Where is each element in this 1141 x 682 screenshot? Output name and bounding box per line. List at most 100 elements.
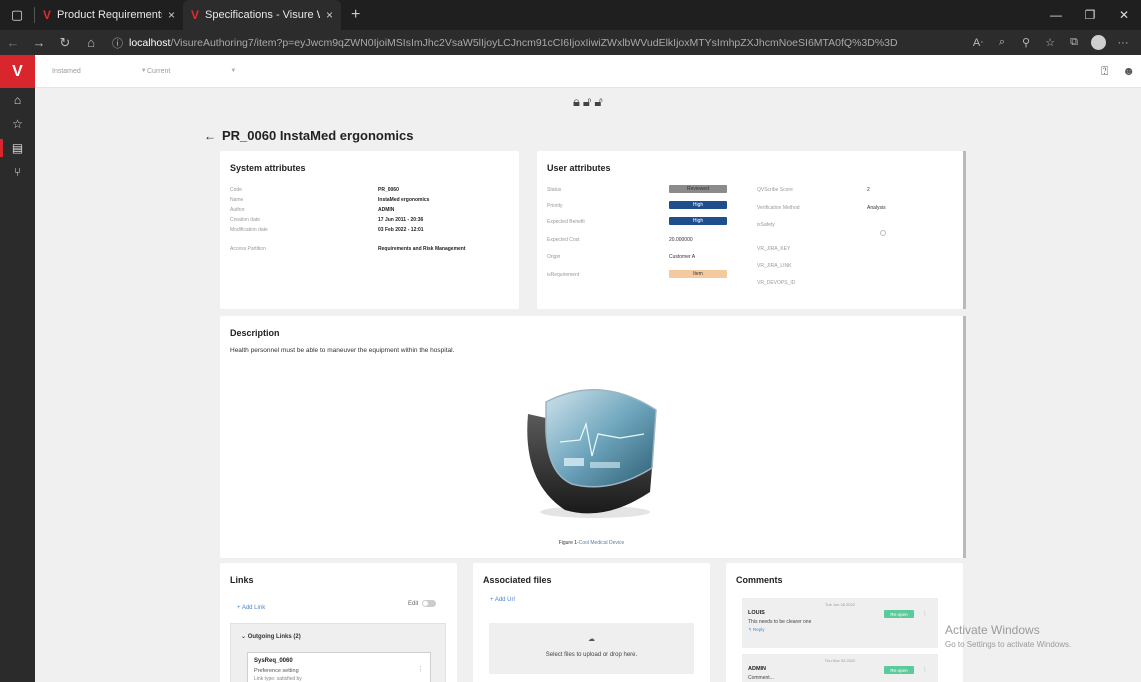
attr-label: Access Partition bbox=[230, 246, 266, 252]
link-item[interactable]: SysReq_0060 Preference setting Link type… bbox=[247, 652, 431, 682]
comment-date: Tue Jun 28 2022 bbox=[825, 602, 855, 607]
more-options-icon[interactable]: ⋮ bbox=[922, 610, 928, 617]
edit-toggle[interactable]: Edit bbox=[408, 600, 437, 607]
attr-label: Expected Cost bbox=[547, 237, 580, 243]
link-name: Preference setting bbox=[254, 668, 299, 674]
page-title: ← PR_0060 InstaMed ergonomics bbox=[204, 128, 413, 143]
attr-value: 17 Jun 2011 - 20:36 bbox=[378, 217, 424, 223]
attr-label: Expected Benefit bbox=[547, 219, 585, 225]
specifications-icon[interactable]: ▤ bbox=[0, 136, 35, 160]
more-options-icon[interactable]: ⋮ bbox=[417, 665, 424, 673]
site-info-icon[interactable]: ⓘ bbox=[112, 35, 123, 51]
tab-title: Product Requirements (27) - Visu bbox=[57, 9, 162, 21]
attr-label: VR_DEVOPS_ID bbox=[757, 280, 796, 286]
chevron-down-icon: ▼ bbox=[230, 68, 237, 74]
windows-activation-watermark: Activate Windows Go to Settings to activ… bbox=[945, 623, 1071, 649]
comment-text: This needs to be clearer one bbox=[748, 619, 812, 625]
window-controls: — ❐ ✕ bbox=[1039, 0, 1141, 30]
description-text: Health personnel must be able to maneuve… bbox=[230, 347, 455, 354]
add-url-button[interactable]: + Add Url bbox=[490, 597, 515, 603]
back-arrow-icon[interactable]: ← bbox=[204, 129, 216, 143]
unlock-icon[interactable]: 🔓︎ bbox=[583, 94, 594, 109]
url-field[interactable]: ⓘ localhost/VisureAuthoring7/item?p=eyJw… bbox=[112, 33, 966, 52]
lock-icon[interactable]: 🔒︎ bbox=[573, 94, 583, 109]
figure-caption-prefix: Figure 1- bbox=[558, 540, 579, 546]
home-icon[interactable]: ⌂ bbox=[78, 35, 104, 50]
attr-label: Modification date bbox=[230, 227, 268, 233]
baseline-selector[interactable]: Current ▼ bbox=[147, 68, 267, 75]
url-host: localhost bbox=[129, 36, 171, 49]
attr-label: Origin bbox=[547, 254, 561, 260]
project-selector[interactable]: Instamed ▼ bbox=[52, 68, 162, 75]
reply-link[interactable]: ↰ Reply bbox=[748, 627, 765, 633]
reopen-badge[interactable]: Re-open bbox=[884, 610, 914, 618]
attr-label: VR_JIRA_KEY bbox=[757, 246, 791, 252]
attr-value: Requirements and Risk Management bbox=[378, 246, 466, 252]
user-icon[interactable]: ☻ bbox=[1122, 64, 1135, 78]
attributes-scrollbar[interactable] bbox=[963, 151, 966, 309]
figure-caption: Figure 1-Cool Medical Device bbox=[220, 540, 963, 546]
comment-date: Thu Nov 03 2022 bbox=[824, 658, 856, 663]
comment-item: Tue Jun 28 2022 LOUIS This needs to be c… bbox=[742, 598, 938, 648]
outgoing-links-header[interactable]: ⌄ Outgoing Links (2) bbox=[241, 633, 301, 640]
unlock-all-icon[interactable]: 🔓︎ bbox=[594, 94, 605, 109]
comment-item: Thu Nov 03 2022 ADMIN Comment... Re-open… bbox=[742, 654, 938, 682]
profile-avatar[interactable] bbox=[1091, 35, 1106, 50]
favorites-icon[interactable]: ☆ bbox=[0, 112, 35, 136]
help-icon[interactable]: ⍰ bbox=[1101, 64, 1108, 79]
collections-icon[interactable]: ⧉ bbox=[1062, 36, 1086, 49]
expected-benefit-badge[interactable]: High bbox=[669, 217, 727, 225]
back-icon[interactable]: ← bbox=[0, 35, 26, 50]
user-attributes-card: User attributes Status Reviewed Priority… bbox=[537, 151, 963, 309]
attr-label: Name bbox=[230, 197, 244, 203]
more-icon[interactable]: ··· bbox=[1111, 37, 1135, 49]
item-content-area: 🔒︎🔓︎🔓︎ ← PR_0060 InstaMed ergonomics Sys… bbox=[35, 88, 1141, 682]
minimize-icon[interactable]: — bbox=[1039, 0, 1073, 30]
forward-icon[interactable]: → bbox=[26, 35, 52, 50]
more-options-icon[interactable]: ⋮ bbox=[922, 666, 928, 673]
zoom-icon[interactable]: ⌕ bbox=[990, 36, 1014, 49]
home-icon[interactable]: ⌂ bbox=[0, 88, 35, 112]
add-link-button[interactable]: + Add Link bbox=[237, 605, 265, 611]
tab-actions-icon[interactable]: ▢ bbox=[0, 0, 34, 30]
read-aloud-icon[interactable]: A͏ᐧ bbox=[966, 36, 990, 49]
attr-label: isSafety bbox=[757, 222, 775, 228]
attr-label: isRequirement bbox=[547, 272, 580, 278]
file-drop-zone[interactable]: ☁ Select files to upload or drop here. bbox=[489, 623, 694, 674]
new-tab-icon[interactable]: + bbox=[351, 6, 360, 24]
is-safety-checkbox[interactable] bbox=[880, 230, 886, 236]
comments-card: Comments Tue Jun 28 2022 LOUIS This need… bbox=[726, 563, 963, 682]
baseline-selector-value: Current bbox=[147, 67, 171, 75]
close-window-icon[interactable]: ✕ bbox=[1107, 0, 1141, 30]
outgoing-links-panel: ⌄ Outgoing Links (2) SysReq_0060 Prefere… bbox=[230, 623, 446, 682]
traceability-icon[interactable]: ⑂ bbox=[0, 160, 35, 184]
system-attributes-card: System attributes Code PR_0060 Name Inst… bbox=[220, 151, 519, 309]
comment-text: Comment... bbox=[748, 675, 774, 681]
status-badge[interactable]: Reviewed bbox=[669, 185, 727, 193]
restore-icon[interactable]: ❐ bbox=[1073, 0, 1107, 30]
reopen-badge[interactable]: Re-open bbox=[884, 666, 914, 674]
visure-app-logo[interactable]: V bbox=[0, 55, 35, 88]
close-tab-icon[interactable]: × bbox=[326, 8, 333, 22]
outgoing-links-label: Outgoing Links (2) bbox=[247, 634, 301, 640]
is-requirement-badge[interactable]: Item bbox=[669, 270, 727, 278]
activation-title: Activate Windows bbox=[945, 623, 1040, 637]
close-tab-icon[interactable]: × bbox=[168, 8, 175, 22]
drop-zone-text: Select files to upload or drop here. bbox=[545, 652, 638, 658]
reload-icon[interactable]: ↻ bbox=[52, 35, 78, 51]
edit-switch[interactable] bbox=[422, 600, 437, 607]
attr-label: Code bbox=[230, 187, 242, 193]
description-scrollbar[interactable] bbox=[963, 316, 966, 558]
associated-files-heading: Associated files bbox=[483, 575, 552, 585]
description-card: Description Health personnel must be abl… bbox=[220, 316, 963, 558]
priority-badge[interactable]: High bbox=[669, 201, 727, 209]
attr-value: 03 Feb 2022 - 12:01 bbox=[378, 227, 424, 233]
attr-value: 2 bbox=[867, 187, 870, 193]
project-selector-value: Instamed bbox=[52, 67, 81, 75]
favorite-icon[interactable]: ☆ bbox=[1038, 36, 1062, 49]
associated-files-card: Associated files + Add Url ☁ Select file… bbox=[473, 563, 710, 682]
activation-subtitle: Go to Settings to activate Windows. bbox=[945, 640, 1072, 649]
browser-tab-product-requirements[interactable]: V Product Requirements (27) - Visu × bbox=[35, 0, 183, 30]
browser-tab-specifications[interactable]: V Specifications - Visure Web × bbox=[183, 0, 341, 30]
extensions-icon[interactable]: ⚲ bbox=[1014, 36, 1038, 49]
